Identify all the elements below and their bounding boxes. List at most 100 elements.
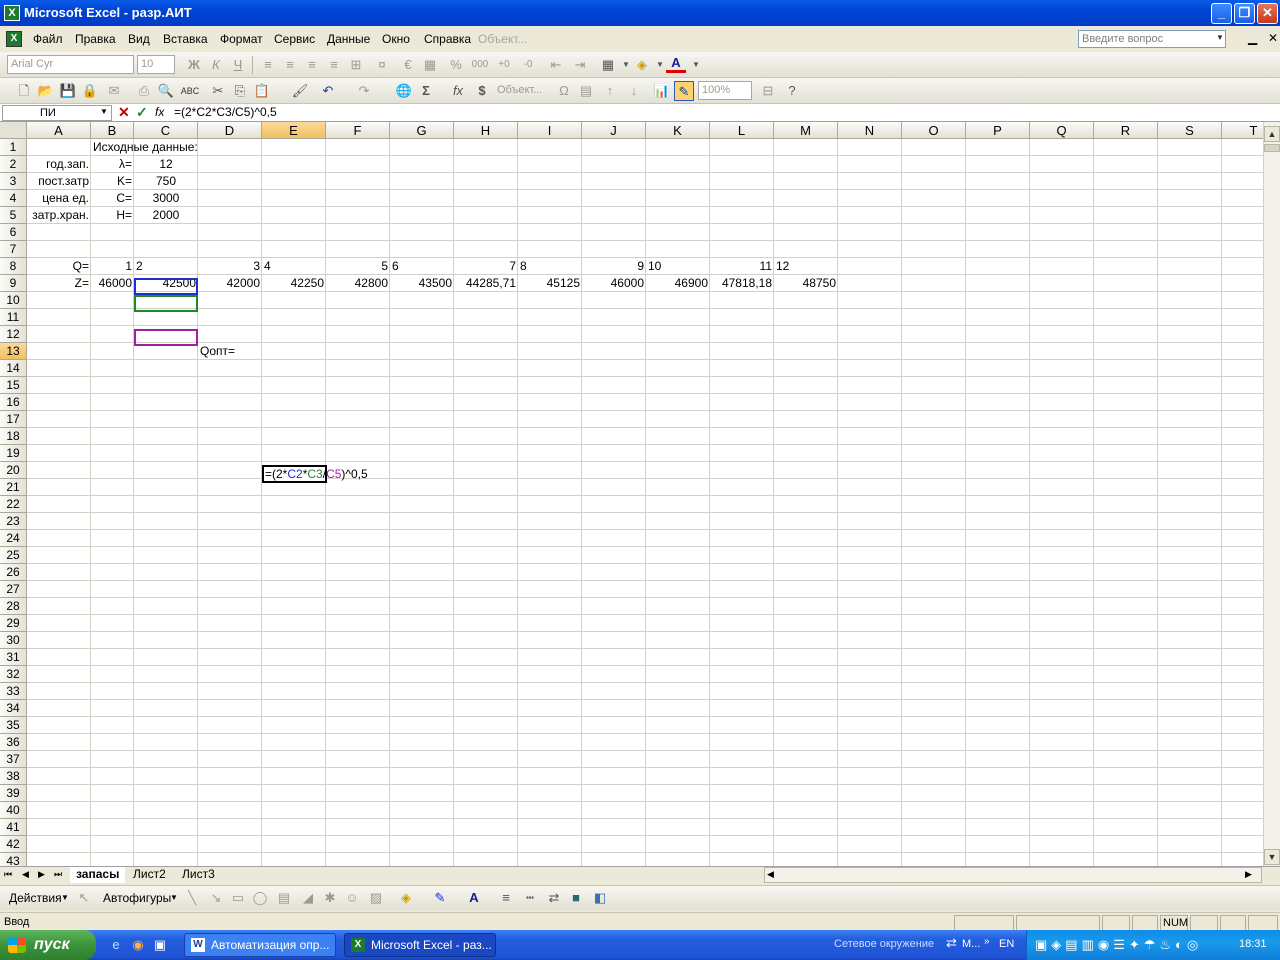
minimize-button[interactable]: _ <box>1211 3 1232 24</box>
row-header-43[interactable]: 43 <box>0 853 27 866</box>
row-header-28[interactable]: 28 <box>0 598 27 615</box>
line-style-icon[interactable]: ≡ <box>496 888 516 908</box>
column-header-d[interactable]: D <box>198 122 262 139</box>
decrease-decimal-icon[interactable]: -0 <box>518 55 538 75</box>
sheet-tab-list3[interactable]: Лист3 <box>176 867 221 883</box>
column-header-o[interactable]: O <box>902 122 966 139</box>
help-icon[interactable]: ? <box>782 81 802 101</box>
zoom-field[interactable]: 100% <box>698 81 752 100</box>
bold-icon[interactable]: Ж <box>184 55 204 75</box>
row-header-42[interactable]: 42 <box>0 836 27 853</box>
doc-close-button[interactable]: ✕ <box>1268 31 1278 45</box>
row-header-4[interactable]: 4 <box>0 190 27 207</box>
row-header-11[interactable]: 11 <box>0 309 27 326</box>
column-header-t[interactable]: T <box>1222 122 1263 139</box>
row-header-34[interactable]: 34 <box>0 700 27 717</box>
research-icon[interactable]: ⊟ <box>758 81 778 101</box>
cell-k8[interactable]: 10 <box>646 258 710 275</box>
row-header-12[interactable]: 12 <box>0 326 27 343</box>
cell-b2[interactable]: λ= <box>91 156 134 173</box>
email-icon[interactable]: ✉ <box>104 81 124 101</box>
print-icon[interactable]: ⎙ <box>134 81 154 101</box>
cell-c5[interactable]: 2000 <box>134 207 198 224</box>
row-header-36[interactable]: 36 <box>0 734 27 751</box>
cell-l9[interactable]: 47818,18 <box>710 275 774 292</box>
row-header-30[interactable]: 30 <box>0 632 27 649</box>
menu-file[interactable]: Файл <box>33 32 63 46</box>
task-button-excel[interactable]: X Microsoft Excel - раз... <box>344 933 496 957</box>
row-header-8[interactable]: 8 <box>0 258 27 275</box>
ie-icon[interactable]: e <box>106 935 126 955</box>
increase-indent-icon[interactable]: ⇥ <box>570 55 590 75</box>
column-header-l[interactable]: L <box>710 122 774 139</box>
line-color-icon[interactable]: ✎ <box>430 888 450 908</box>
cell-g8[interactable]: 6 <box>390 258 454 275</box>
network-label[interactable]: Сетевое окружение <box>834 938 934 950</box>
menu-window[interactable]: Окно <box>382 32 410 46</box>
shadow-icon[interactable]: ■ <box>566 888 586 908</box>
first-sheet-icon[interactable]: ⏮ <box>4 869 12 880</box>
save-icon[interactable]: 💾 <box>58 81 78 101</box>
horizontal-scrollbar[interactable]: ◀ ▶ <box>764 867 1262 883</box>
cell-e8[interactable]: 4 <box>262 258 326 275</box>
language-indicator[interactable]: EN <box>999 938 1014 950</box>
cell-d8[interactable]: 3 <box>198 258 262 275</box>
cell-a9[interactable]: Z= <box>27 275 91 292</box>
font-size-field[interactable]: 10 <box>137 55 175 74</box>
row-header-20[interactable]: 20 <box>0 462 27 479</box>
scroll-up-icon[interactable]: ▲ <box>1264 126 1280 142</box>
cell-b5[interactable]: H= <box>91 207 134 224</box>
help-question-input[interactable]: Введите вопрос <box>1078 30 1226 48</box>
redo-icon[interactable]: ↷ <box>354 81 374 101</box>
borders-icon[interactable]: ▦ <box>598 55 618 75</box>
cut-icon[interactable]: ✂ <box>208 81 228 101</box>
undo-icon[interactable]: ↶ <box>318 81 338 101</box>
align-left-icon[interactable]: ≡ <box>258 55 278 75</box>
cell-k9[interactable]: 46900 <box>646 275 710 292</box>
currency-symbol-icon[interactable]: $ <box>472 81 492 101</box>
cell-j8[interactable]: 9 <box>582 258 646 275</box>
row-header-32[interactable]: 32 <box>0 666 27 683</box>
doc-minimize-button[interactable]: ▁ <box>1248 31 1257 45</box>
autoshapes-menu[interactable]: Автофигуры <box>103 891 171 905</box>
row-header-3[interactable]: 3 <box>0 173 27 190</box>
browser-icon[interactable]: ◉ <box>128 935 148 955</box>
new-document-icon[interactable]: 🗋 <box>14 81 34 101</box>
actions-menu[interactable]: Действия <box>9 891 62 905</box>
cell-a2[interactable]: год.зап. <box>27 156 91 173</box>
calculator-icon[interactable]: ▤ <box>576 81 596 101</box>
cell-a8[interactable]: Q= <box>27 258 91 275</box>
row-header-27[interactable]: 27 <box>0 581 27 598</box>
drawing-toggle-icon[interactable]: ✎ <box>674 81 694 101</box>
scroll-right-icon[interactable]: ▶ <box>1245 869 1252 880</box>
textbox-icon[interactable]: ▤ <box>274 888 294 908</box>
column-header-p[interactable]: P <box>966 122 1030 139</box>
sort-ascending-icon[interactable]: ↑ <box>600 81 620 101</box>
cell-c8[interactable]: 2 <box>134 258 198 275</box>
menu-format[interactable]: Формат <box>220 32 263 46</box>
task-button-word[interactable]: W Автоматизация опр... <box>184 933 336 957</box>
vertical-scrollbar[interactable]: ▲ ▼ <box>1263 122 1280 866</box>
scroll-left-icon[interactable]: ◀ <box>767 869 774 880</box>
row-header-5[interactable]: 5 <box>0 207 27 224</box>
column-header-m[interactable]: M <box>774 122 838 139</box>
column-header-h[interactable]: H <box>454 122 518 139</box>
justify-icon[interactable]: ≡ <box>324 55 344 75</box>
row-header-19[interactable]: 19 <box>0 445 27 462</box>
merge-cells-icon[interactable]: ⊞ <box>346 55 366 75</box>
menu-data[interactable]: Данные <box>327 32 370 46</box>
row-header-13[interactable]: 13 <box>0 343 27 360</box>
paste-icon[interactable]: 📋 <box>252 81 272 101</box>
menu-help[interactable]: Справка <box>424 32 471 46</box>
euro-icon[interactable]: € <box>398 55 418 75</box>
prev-sheet-icon[interactable]: ◀ <box>22 869 29 880</box>
cell-h8[interactable]: 7 <box>454 258 518 275</box>
column-header-a[interactable]: A <box>27 122 91 139</box>
cell-j9[interactable]: 46000 <box>582 275 646 292</box>
name-box[interactable]: ПИ <box>2 105 112 121</box>
format-painter-icon[interactable]: 🖌 <box>290 81 310 101</box>
currency-icon[interactable]: ¤ <box>372 55 392 75</box>
percent-icon[interactable]: % <box>446 55 466 75</box>
menu-insert[interactable]: Вставка <box>163 32 208 46</box>
open-folder-icon[interactable]: 📂 <box>36 81 56 101</box>
